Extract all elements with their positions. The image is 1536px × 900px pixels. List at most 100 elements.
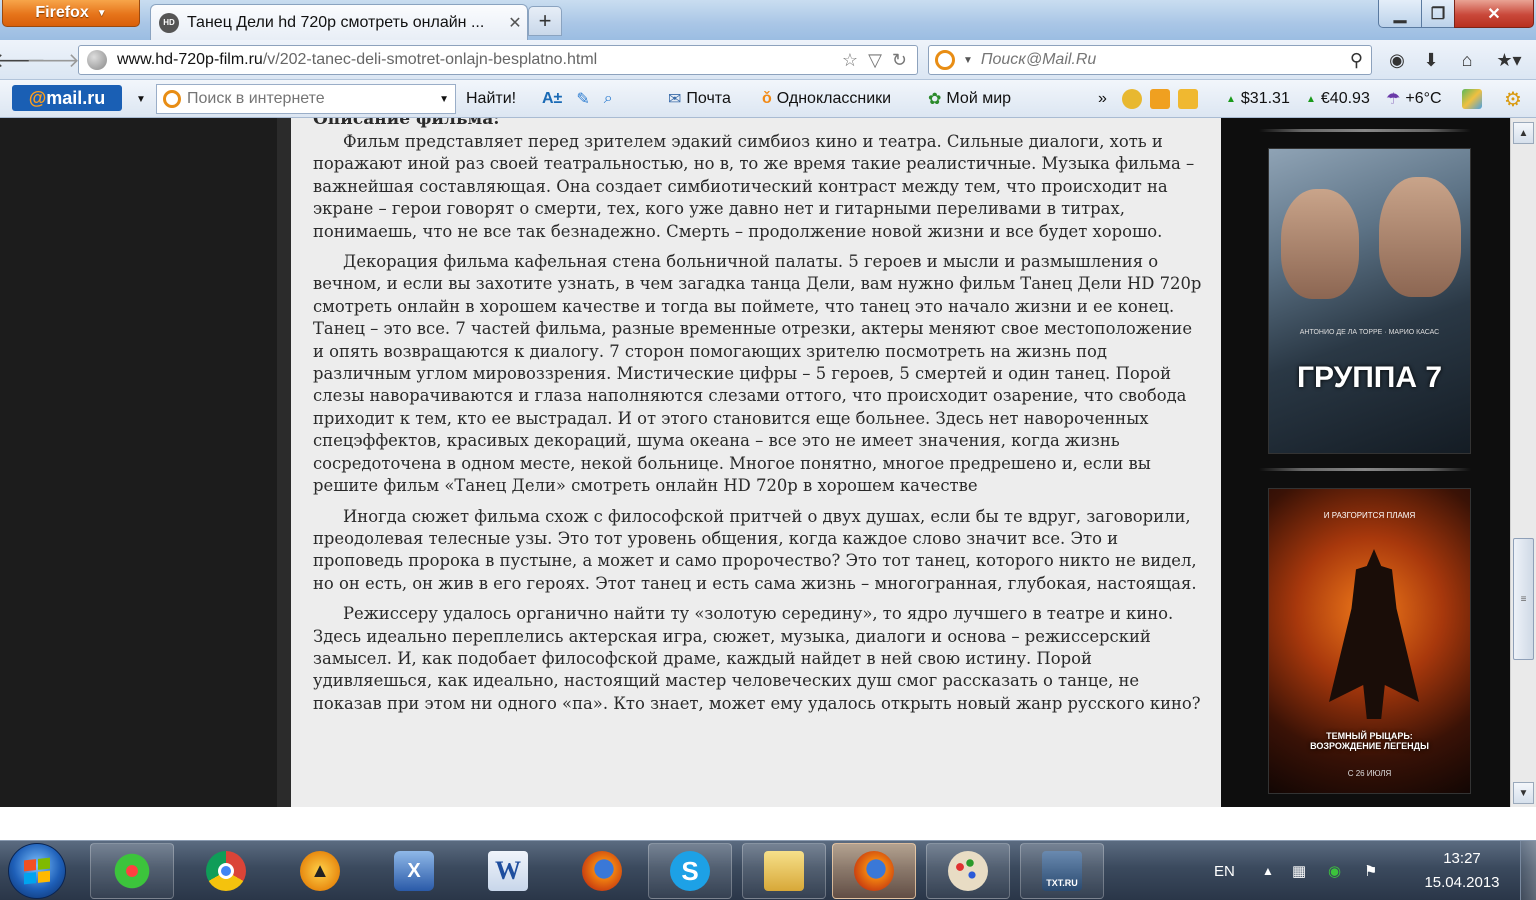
network-icon[interactable]: ▦: [1292, 841, 1306, 900]
bookmark-star-icon[interactable]: ☆: [842, 50, 858, 71]
taskbar-firefox-active[interactable]: [832, 843, 916, 899]
poster-tagline: И РАЗГОРИТСЯ ПЛАМЯ: [1323, 511, 1416, 520]
mailru-logo[interactable]: @ mail.ru: [12, 85, 122, 111]
close-tab-icon[interactable]: ✕: [503, 13, 527, 33]
firefox-menu-label: Firefox: [35, 4, 89, 21]
odnoklassniki-icon: ǒ: [762, 90, 772, 107]
url-text[interactable]: www.hd-720p-film.ru/v/202-tanec-deli-smo…: [117, 51, 832, 69]
taskbar-paint[interactable]: [926, 843, 1010, 899]
my-world-link[interactable]: ✿ Мой мир: [928, 80, 1011, 118]
url-host: www.hd-720p-film.ru: [117, 51, 263, 68]
clock-date: 15.04.2013: [1424, 874, 1500, 891]
scroll-thumb[interactable]: ≡: [1513, 538, 1534, 660]
mail-label: Почта: [686, 90, 731, 107]
settings-gear-icon[interactable]: ⚙: [1504, 80, 1522, 118]
odnoklassniki-label: Одноклассники: [776, 90, 892, 107]
poster-title: ТЕМНЫЙ РЫЦАРЬ: ВОЗРОЖДЕНИЕ ЛЕГЕНДЫ: [1310, 731, 1429, 751]
taskbar-skype[interactable]: S: [648, 843, 732, 899]
envelope-icon: ✉: [668, 91, 682, 108]
tab-active[interactable]: HD Танец Дели hd 720p смотреть онлайн ..…: [150, 4, 528, 40]
mailru-search-input[interactable]: [187, 90, 434, 108]
weather[interactable]: ☂ +6°C: [1386, 80, 1442, 118]
navigation-bar: 🡐 🡒 www.hd-720p-film.ru/v/202-tanec-deli…: [0, 40, 1536, 80]
font-size-icon[interactable]: A±: [542, 90, 562, 108]
toolbar-widgets: [1122, 80, 1198, 118]
find-button[interactable]: Найти!: [466, 80, 516, 118]
new-tab-button[interactable]: +: [528, 6, 562, 36]
more-chevron[interactable]: »: [1098, 80, 1107, 118]
games-icon[interactable]: [1178, 89, 1198, 109]
odnoklassniki-link[interactable]: ǒ Одноклассники: [762, 80, 891, 118]
taskbar-icq[interactable]: [90, 843, 174, 899]
taskbar-xaml-app[interactable]: X: [372, 843, 456, 899]
map-icon[interactable]: [1462, 80, 1482, 118]
find-on-page-icon[interactable]: ⌕: [604, 90, 613, 108]
icq-icon[interactable]: [1122, 89, 1142, 109]
maximize-button[interactable]: ❐: [1421, 0, 1455, 28]
eur-rate[interactable]: ▲ €40.93: [1306, 80, 1370, 118]
toolbar-tools: A± ✎ ⌕: [542, 80, 613, 118]
mail-search-engine-icon: [163, 90, 181, 108]
arrow-up-icon: ▲: [1226, 93, 1236, 105]
globe-icon: [87, 50, 107, 70]
batman-figure: [1329, 549, 1419, 719]
close-window-button[interactable]: ✕: [1454, 0, 1534, 28]
aimp-icon: ▲: [300, 851, 340, 891]
content-border: [277, 118, 291, 807]
taskbar-firefox[interactable]: [560, 843, 644, 899]
scroll-down-arrow-icon[interactable]: ▼: [1513, 782, 1534, 804]
action-center-flag-icon[interactable]: ⚑: [1364, 841, 1377, 900]
highlighter-icon[interactable]: ✎: [576, 89, 589, 109]
mailru-logo-at: @: [28, 87, 47, 108]
taskbar-aimp[interactable]: ▲: [278, 843, 362, 899]
music-icon[interactable]: [1150, 89, 1170, 109]
usd-rate[interactable]: ▲ $31.31: [1226, 80, 1290, 118]
chevron-down-icon[interactable]: ▼: [963, 55, 973, 66]
start-button[interactable]: [8, 843, 66, 899]
show-hidden-icons[interactable]: ▲: [1262, 841, 1274, 900]
chevron-down-icon[interactable]: ▼: [136, 80, 146, 118]
search-icon[interactable]: ⚲: [1350, 50, 1371, 71]
url-bar[interactable]: www.hd-720p-film.ru/v/202-tanec-deli-smo…: [78, 45, 918, 75]
word-icon: W: [488, 851, 528, 891]
tab-favicon-icon: HD: [159, 12, 179, 33]
clock[interactable]: 13:27 15.04.2013: [1412, 847, 1512, 895]
firefox-icon: [854, 851, 894, 891]
article-paragraph: Декорация фильма кафельная стена больнич…: [313, 252, 1202, 496]
weather-value: +6°C: [1405, 90, 1442, 107]
search-bar[interactable]: ▼ ⚲: [928, 45, 1372, 75]
article-paragraph: Режиссеру удалось органично найти ту «зо…: [313, 604, 1201, 713]
taskbar-chrome[interactable]: [184, 843, 268, 899]
minimize-button[interactable]: ▁: [1378, 0, 1422, 28]
history-dropdown-icon[interactable]: ▽: [868, 50, 882, 71]
skype-icon: S: [670, 851, 710, 891]
addon-globe-icon[interactable]: ◉: [1384, 48, 1410, 72]
download-icon[interactable]: ⬇: [1418, 48, 1444, 72]
mail-link[interactable]: ✉ Почта: [668, 80, 731, 118]
reload-icon[interactable]: ↻: [892, 50, 907, 71]
vertical-scrollbar[interactable]: ▲ ≡ ▼: [1510, 118, 1536, 807]
article-heading: Описание фильма:: [313, 118, 500, 129]
firefox-icon: [582, 851, 622, 891]
poster-dark-knight[interactable]: И РАЗГОРИТСЯ ПЛАМЯ ТЕМНЫЙ РЫЦАРЬ: ВОЗРОЖ…: [1268, 488, 1471, 794]
mailru-toolbar: @mail.ru ▼ ▼ Найти! A± ✎ ⌕ ✉ Почта ǒ Одн…: [0, 80, 1536, 118]
mailru-search-box[interactable]: ▼: [156, 84, 456, 114]
tray-app-icon[interactable]: ◉: [1328, 841, 1341, 900]
home-icon[interactable]: ⌂: [1454, 48, 1480, 72]
mail-search-engine-icon[interactable]: [935, 50, 955, 70]
bookmarks-menu-icon[interactable]: ★▾: [1490, 48, 1528, 72]
chevron-down-icon[interactable]: ▼: [439, 94, 455, 105]
firefox-menu-button[interactable]: Firefox ▼: [2, 0, 140, 27]
taskbar-explorer[interactable]: [742, 843, 826, 899]
poster-figure: [1281, 189, 1359, 299]
search-input[interactable]: [980, 51, 1342, 69]
forward-arrow-icon[interactable]: 🡒: [26, 48, 80, 72]
show-desktop-button[interactable]: [1520, 841, 1536, 900]
divider: [1259, 129, 1471, 132]
language-indicator[interactable]: EN: [1214, 841, 1235, 900]
scroll-up-arrow-icon[interactable]: ▲: [1513, 122, 1534, 144]
divider: [1259, 468, 1471, 471]
taskbar-txt-ru[interactable]: TXT.RU: [1020, 843, 1104, 899]
poster-gruppa-7[interactable]: АНТОНИО ДЕ ЛА ТОРРЕ · МАРИО КАСАС ГРУППА…: [1268, 148, 1471, 454]
taskbar-word[interactable]: W: [466, 843, 550, 899]
